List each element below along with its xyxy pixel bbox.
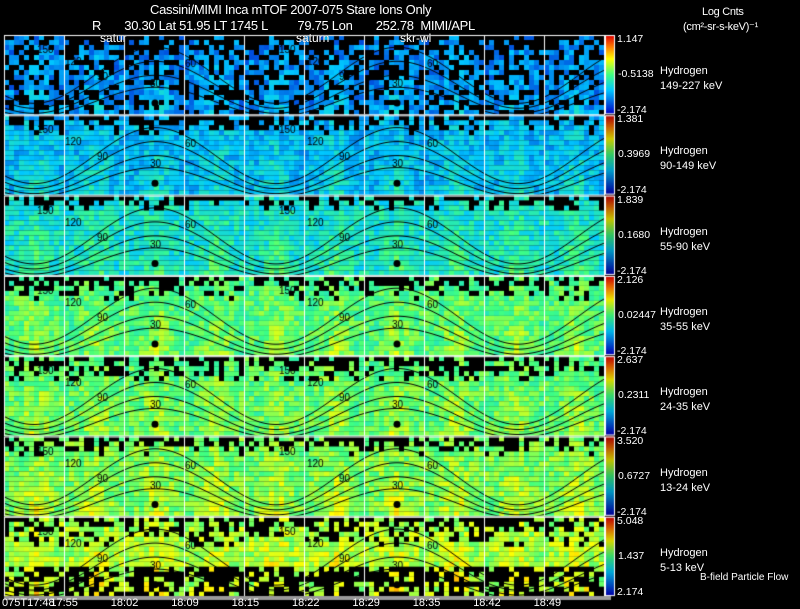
colorbar-min-label: 2.174 xyxy=(617,585,644,598)
row-species-label: Hydrogen xyxy=(660,65,708,77)
units-label: Log Cnts xyxy=(702,6,744,18)
x-tick-label: 18:22 xyxy=(292,597,320,609)
colorbar-max-label: 2.126 xyxy=(617,273,644,286)
row-species-label: Hydrogen xyxy=(660,386,708,399)
x-tick-label: 18:02 xyxy=(110,597,139,609)
x-tick-label: 18:15 xyxy=(231,597,260,609)
colorbar-mid-label: 0.1680 xyxy=(618,228,651,241)
row-species-label: Hydrogen xyxy=(660,225,708,238)
colorbar-max-label: 1.147 xyxy=(617,33,644,45)
colorbar-mid-label: 0.6727 xyxy=(618,469,651,482)
row-energy-label: 90-149 keV xyxy=(660,160,717,173)
colorbar-mid-label: 0.2311 xyxy=(618,389,650,402)
row-energy-label: 24-35 keV xyxy=(660,401,711,414)
x-tick-label: 075T17:48 xyxy=(2,597,55,609)
row-species-label: Hydrogen xyxy=(660,466,708,479)
colorbar-max-label: 1.839 xyxy=(617,193,644,206)
x-tick-label: 17:55 xyxy=(50,597,78,609)
colorbar-mid-label: 0.02447 xyxy=(618,308,656,321)
row-species-label: Hydrogen xyxy=(660,305,708,318)
x-tick-label: 18:29 xyxy=(352,597,380,609)
overlay-label: skr-wl xyxy=(400,31,432,45)
row-species-label: Hydrogen xyxy=(660,145,708,158)
colorbar-max-label: 2.637 xyxy=(617,354,644,367)
x-tick-label: 18:49 xyxy=(533,597,562,609)
colorbar-mid-label: 1.437 xyxy=(618,549,645,562)
x-tick-label: 18:09 xyxy=(171,597,199,609)
footer-label: B-field Particle Flow xyxy=(700,572,789,583)
colorbar-mid-label: 0.3969 xyxy=(618,148,651,161)
overlay-label: satur xyxy=(100,31,127,45)
units-label-2: (cm²-sr-s-keV)⁻¹ xyxy=(683,21,758,33)
colorbar-max-label: 1.381 xyxy=(617,113,644,126)
row-energy-label: 5-13 keV xyxy=(660,561,705,574)
colorbar-max-label: 5.048 xyxy=(617,514,644,527)
x-tick-label: 18:42 xyxy=(473,597,501,609)
row-energy-label: 13-24 keV xyxy=(660,481,711,494)
row-energy-label: 55-90 keV xyxy=(660,240,711,253)
overlay-label: saturn xyxy=(296,31,330,45)
row-energy-label: 35-55 keV xyxy=(660,320,711,333)
colorbar-max-label: 3.520 xyxy=(617,434,644,447)
x-tick-label: 18:35 xyxy=(412,597,441,609)
row-species-label: Hydrogen xyxy=(660,546,708,559)
row-energy-label: 149-227 keV xyxy=(660,80,723,92)
colorbar-mid-label: -0.5138 xyxy=(618,68,654,80)
plot-title: Cassini/MIMI Inca mTOF 2007-075 Stare Io… xyxy=(150,2,432,17)
